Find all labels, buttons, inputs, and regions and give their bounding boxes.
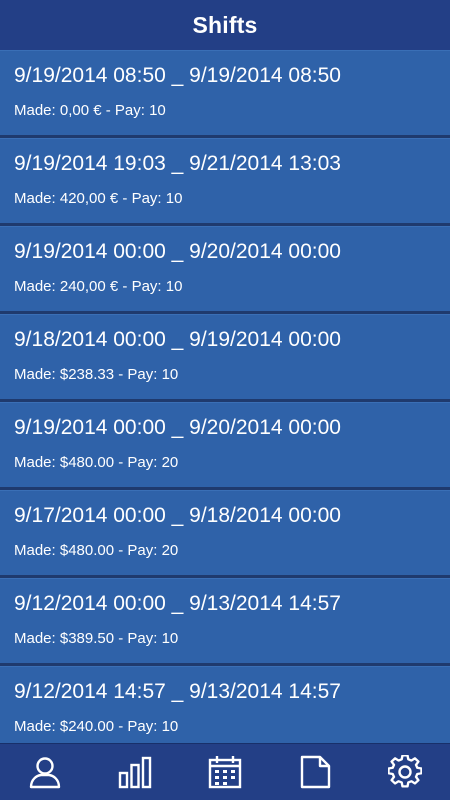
shift-date-range: 9/18/2014 00:00 _ 9/19/2014 00:00 — [14, 328, 341, 351]
shift-list[interactable]: 9/19/2014 08:50 _ 9/19/2014 08:50 Made: … — [0, 50, 450, 744]
shift-date-range: 9/19/2014 00:00 _ 9/20/2014 00:00 — [14, 240, 341, 263]
gear-icon — [388, 755, 422, 788]
shift-date-range: 9/12/2014 14:57 _ 9/13/2014 14:57 — [14, 680, 341, 703]
shift-earnings-pay: Made: $480.00 - Pay: 20 — [14, 542, 179, 559]
shift-list-item[interactable]: 9/18/2014 00:00 _ 9/19/2014 00:00 Made: … — [0, 314, 450, 399]
shift-date-range: 9/12/2014 00:00 _ 9/13/2014 14:57 — [14, 592, 341, 615]
app-window: Shifts 9/19/2014 08:50 _ 9/19/2014 08:50… — [0, 0, 450, 800]
bar-chart-icon — [118, 756, 152, 789]
shift-list-item[interactable]: 9/12/2014 14:57 _ 9/13/2014 14:57 Made: … — [0, 666, 450, 744]
page-title: Shifts — [192, 11, 258, 38]
shift-earnings-pay: Made: $238.33 - Pay: 10 — [14, 366, 179, 383]
shift-earnings-pay: Made: 420,00 € - Pay: 10 — [14, 190, 183, 207]
shift-earnings-pay: Made: 0,00 € - Pay: 10 — [14, 102, 166, 119]
shift-list-item[interactable]: 9/19/2014 00:00 _ 9/20/2014 00:00 Made: … — [0, 402, 450, 487]
shift-earnings-pay: Made: $240.00 - Pay: 10 — [14, 718, 179, 735]
shift-list-item[interactable]: 9/19/2014 19:03 _ 9/21/2014 13:03 Made: … — [0, 138, 450, 223]
shift-list-item[interactable]: 9/17/2014 00:00 _ 9/18/2014 00:00 Made: … — [0, 490, 450, 575]
shift-list-item[interactable]: 9/12/2014 00:00 _ 9/13/2014 14:57 Made: … — [0, 578, 450, 663]
calendar-icon — [208, 756, 242, 789]
shift-date-range: 9/19/2014 19:03 _ 9/21/2014 13:03 — [14, 152, 341, 175]
shift-date-range: 9/19/2014 00:00 _ 9/20/2014 00:00 — [14, 416, 341, 439]
tab-profile[interactable] — [15, 744, 75, 800]
shift-date-range: 9/17/2014 00:00 _ 9/18/2014 00:00 — [14, 504, 341, 527]
shift-list-item[interactable]: 9/19/2014 00:00 _ 9/20/2014 00:00 Made: … — [0, 226, 450, 311]
tab-statistics[interactable] — [105, 744, 165, 800]
header-bar: Shifts — [0, 0, 450, 50]
bottom-tab-bar — [0, 743, 450, 800]
tab-settings[interactable] — [375, 744, 435, 800]
shift-earnings-pay: Made: 240,00 € - Pay: 10 — [14, 278, 183, 295]
person-icon — [29, 757, 61, 789]
shift-date-range: 9/19/2014 08:50 _ 9/19/2014 08:50 — [14, 64, 341, 87]
tab-calendar[interactable] — [195, 744, 255, 800]
shift-list-item[interactable]: 9/19/2014 08:50 _ 9/19/2014 08:50 Made: … — [0, 50, 450, 135]
tab-reports[interactable] — [285, 744, 345, 800]
document-icon — [300, 755, 331, 789]
shift-earnings-pay: Made: $480.00 - Pay: 20 — [14, 454, 179, 471]
shift-earnings-pay: Made: $389.50 - Pay: 10 — [14, 630, 179, 647]
